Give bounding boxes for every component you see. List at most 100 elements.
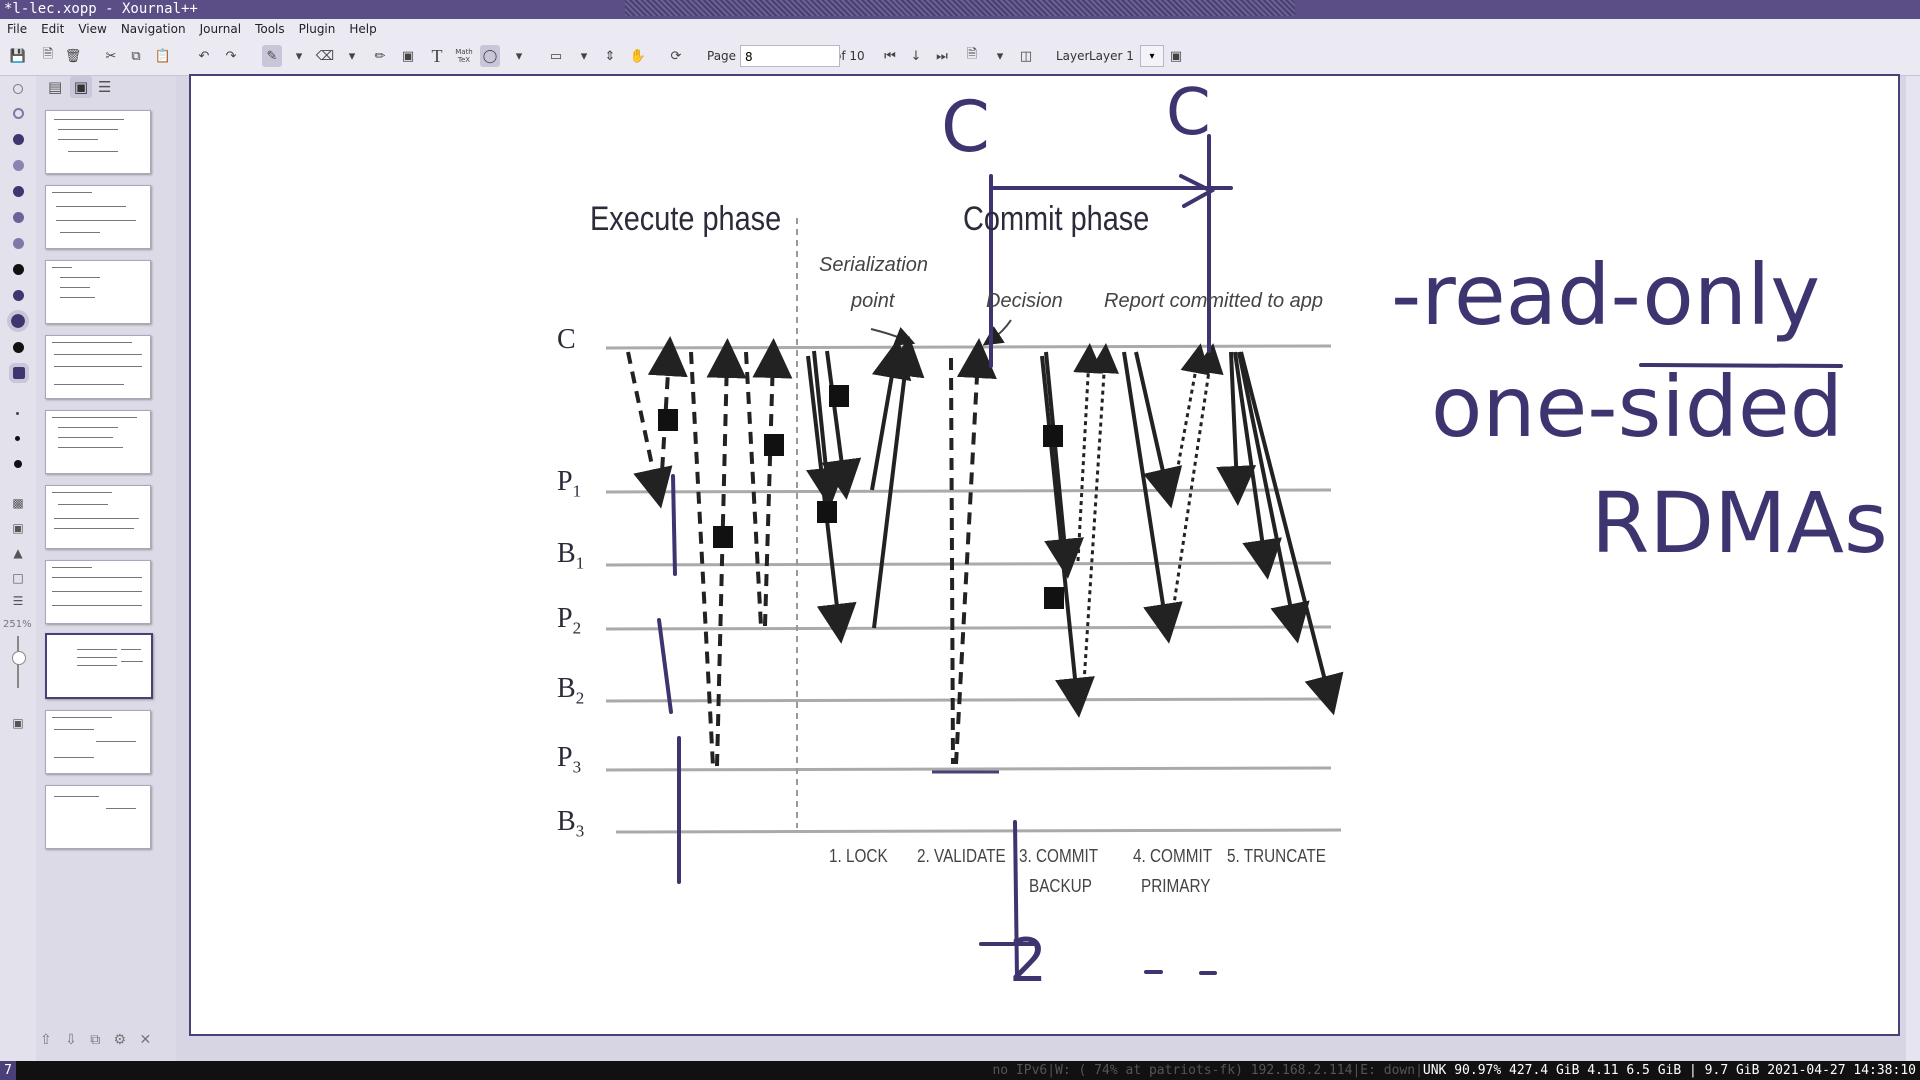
menu-view[interactable]: View (71, 19, 113, 39)
delete-page-icon[interactable]: 🗑 (63, 45, 83, 67)
fullscreen-icon[interactable]: ▣ (1166, 45, 1186, 67)
menu-navigation[interactable]: Navigation (114, 19, 193, 39)
menu-help[interactable]: Help (342, 19, 383, 39)
pen-icon[interactable]: ✎ (262, 45, 282, 67)
commit-phase-heading: Commit phase (963, 200, 1150, 238)
sidebar-tab-pages-icon[interactable]: ▣ (70, 76, 92, 98)
menu-file[interactable]: File (0, 19, 34, 39)
size-small[interactable] (16, 412, 19, 415)
annotation-read-only: -read-only (1391, 246, 1821, 344)
toolbar: 💾 🗎 🗑 ✂ ⧉ 📋 ↶ ↷ ✎ ▾ ⌫ ▾ ✏ ▣ T Math TeX ◯… (0, 39, 1920, 76)
lock-icon[interactable]: ▲ (10, 546, 26, 560)
vertical-scrollbar[interactable] (1906, 76, 1920, 1061)
save-icon[interactable]: 💾 (8, 45, 28, 67)
menu-tools[interactable]: Tools (248, 19, 292, 39)
last-page-icon[interactable]: ⏭ (932, 45, 952, 67)
row-label-p2: P2 (557, 603, 582, 638)
menu-edit[interactable]: Edit (34, 19, 71, 39)
page-number-input[interactable]: 8 (740, 45, 840, 67)
dot-tool-11[interactable] (13, 342, 24, 353)
copy-icon[interactable]: ⧉ (126, 45, 146, 67)
insert-page-icon[interactable]: 🗎 (962, 45, 982, 67)
vertical-space-icon[interactable]: ⇕ (600, 45, 620, 67)
menu-journal[interactable]: Journal (193, 19, 249, 39)
annotation-rdmas: RDMAs (1591, 474, 1888, 572)
page-label: Page (707, 49, 737, 63)
sidebar-bottom-bar: ⇧ ⇩ ⧉ ⚙ ✕ (40, 1032, 151, 1048)
size-large[interactable] (14, 460, 22, 468)
page-dropdown-icon[interactable]: ▾ (990, 45, 1010, 67)
pen-dropdown-icon[interactable]: ▾ (289, 45, 309, 67)
undo-icon[interactable]: ↶ (194, 45, 214, 67)
sidebar-tab-outline-icon[interactable]: ▤ (48, 78, 62, 96)
zoom-slider-handle[interactable] (12, 651, 26, 665)
page-thumbnail-9[interactable] (45, 710, 151, 774)
execute-phase-heading: Execute phase (590, 200, 782, 238)
page-thumbnail-5[interactable] (45, 410, 151, 474)
copy-small-icon[interactable]: □ (10, 571, 26, 585)
eraser-small-icon[interactable]: ▩ (10, 496, 26, 510)
settings-icon[interactable]: ⚙ (114, 1032, 127, 1048)
audio-icon[interactable]: ⟳ (666, 45, 686, 67)
dot-tool-5[interactable] (13, 186, 24, 197)
highlighter-icon[interactable]: ✏ (370, 45, 390, 67)
dot-tool-3[interactable] (13, 134, 24, 145)
sidebar-tab-layers-icon[interactable]: ☰ (98, 78, 111, 96)
shape-recognizer-icon[interactable]: ◯ (480, 45, 500, 67)
annotation-two: 2 (1009, 926, 1048, 996)
dot-tool-9[interactable] (13, 290, 24, 301)
list-icon[interactable]: ☰ (10, 594, 26, 608)
text-tool-icon[interactable]: T (427, 45, 447, 67)
cut-icon[interactable]: ✂ (101, 45, 121, 67)
document-page[interactable]: Execute phase Commit phase Serialization… (189, 74, 1900, 1036)
step-primary: PRIMARY (1141, 876, 1211, 896)
page-thumbnail-3[interactable] (45, 260, 151, 324)
report-label: Report committed to app (1104, 290, 1323, 312)
page-thumbnail-4[interactable] (45, 335, 151, 399)
dot-tool-1[interactable] (13, 84, 23, 94)
layer-icon[interactable]: ◫ (1016, 45, 1036, 67)
dot-tool-4[interactable] (13, 160, 24, 171)
menu-plugin[interactable]: Plugin (292, 19, 343, 39)
page-thumbnail-7[interactable] (45, 560, 151, 624)
dot-tool-6[interactable] (13, 212, 24, 223)
dot-tool-7[interactable] (13, 238, 24, 249)
math-tex-icon[interactable]: Math TeX (452, 45, 476, 67)
page-thumbnail-6[interactable] (45, 485, 151, 549)
dot-tool-selected[interactable] (7, 310, 29, 332)
eraser-dropdown-icon[interactable]: ▾ (342, 45, 362, 67)
move-page-up-icon[interactable]: ⇧ (40, 1032, 52, 1048)
close-icon[interactable]: ✕ (139, 1032, 151, 1048)
page-thumbnail-1[interactable] (45, 110, 151, 174)
eraser-icon[interactable]: ⌫ (315, 45, 335, 67)
workspace-indicator[interactable]: 7 (0, 1061, 16, 1080)
layer-dropdown[interactable]: ▾ (1140, 45, 1164, 67)
row-label-b1: B1 (557, 538, 585, 573)
select-dropdown-icon[interactable]: ▾ (574, 45, 594, 67)
monitor-icon[interactable]: ▣ (10, 521, 26, 535)
redo-icon[interactable]: ↷ (221, 45, 241, 67)
image-icon[interactable]: ▣ (398, 45, 418, 67)
size-medium[interactable] (15, 436, 20, 441)
hand-icon[interactable]: ✋ (628, 45, 648, 67)
step-validate: 2. VALIDATE (917, 846, 1006, 866)
step-commit-backup: 3. COMMIT (1019, 846, 1099, 866)
camera-icon[interactable]: ▣ (10, 716, 26, 730)
select-rect-icon[interactable]: ▭ (546, 45, 566, 67)
step-commit-primary: 4. COMMIT (1133, 846, 1213, 866)
paste-icon[interactable]: 📋 (153, 45, 173, 67)
first-page-icon[interactable]: ⏮ (880, 45, 900, 67)
point-label: point (851, 290, 895, 312)
dot-tool-2[interactable] (13, 108, 24, 119)
dot-tool-8[interactable] (13, 264, 24, 275)
page-thumbnail-8-selected[interactable] (45, 633, 153, 699)
page-thumbnail-10[interactable] (45, 785, 151, 849)
goto-page-icon[interactable]: ↓ (906, 45, 926, 67)
new-page-icon[interactable]: 🗎 (38, 45, 58, 67)
copy-page-icon[interactable]: ⧉ (90, 1032, 100, 1048)
page-thumbnail-2[interactable] (45, 185, 151, 249)
move-page-down-icon[interactable]: ⇩ (65, 1032, 77, 1048)
square-tool[interactable] (9, 363, 29, 383)
network-status: no IPv6|W: ( 74% at patriots-fk) 192.168… (992, 1063, 1423, 1078)
shape-dropdown-icon[interactable]: ▾ (509, 45, 529, 67)
